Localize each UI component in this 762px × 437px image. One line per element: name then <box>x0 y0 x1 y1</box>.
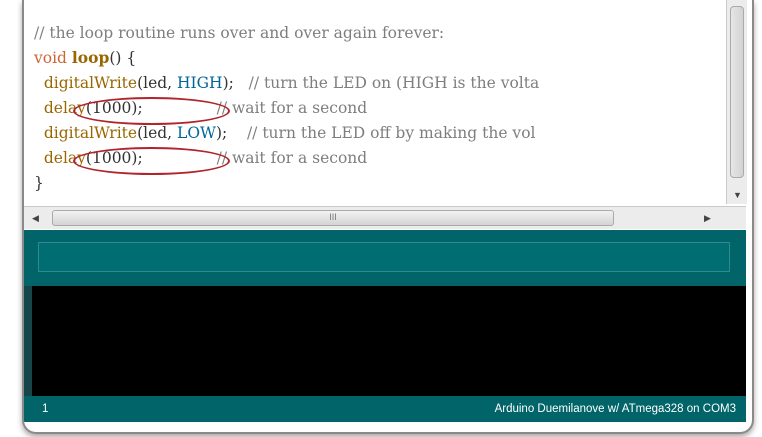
console-output[interactable] <box>32 286 746 396</box>
horizontal-scrollbar[interactable]: ◀ III ▶ <box>24 206 746 229</box>
line-number: 1 <box>42 403 49 415</box>
horizontal-scroll-thumb[interactable]: III <box>52 210 614 226</box>
code-token: (led, <box>137 74 178 92</box>
code-token: // turn the LED off by making the vol <box>246 124 536 142</box>
code-token: LOW <box>177 124 216 142</box>
scroll-down-arrow-icon[interactable]: ▼ <box>733 190 742 200</box>
annotation-circle-2 <box>73 147 230 175</box>
code-token: // the loop routine runs over and over a… <box>34 24 445 42</box>
code-token: digitalWrite <box>43 74 138 92</box>
arduino-ide-window: // the loop routine runs over and over a… <box>22 0 754 434</box>
code-line: digitalWrite(led, LOW); // turn the LED … <box>34 123 536 143</box>
message-area <box>24 230 746 286</box>
code-line: // the loop routine runs over and over a… <box>34 23 444 43</box>
code-token: HIGH <box>177 74 223 92</box>
annotation-circle-1 <box>73 97 230 125</box>
code-token: () { <box>109 49 137 67</box>
code-line: digitalWrite(led, HIGH); // turn the LED… <box>34 73 539 93</box>
status-bar: 1 Arduino Duemilanove w/ ATmega328 on CO… <box>24 396 746 422</box>
board-info: Arduino Duemilanove w/ ATmega328 on COM3 <box>494 403 736 415</box>
code-token: loop <box>71 48 110 67</box>
code-token: // turn the LED on (HIGH is the volta <box>248 74 540 92</box>
scroll-grip: III <box>329 212 337 222</box>
code-token: ); <box>215 124 247 142</box>
code-token: ); <box>222 74 249 92</box>
scroll-right-arrow-icon[interactable]: ▶ <box>704 213 711 223</box>
code-token: } <box>34 174 44 192</box>
code-token: void <box>34 49 72 67</box>
console-edge <box>24 286 32 396</box>
message-field <box>38 242 730 272</box>
vertical-scroll-thumb[interactable] <box>730 6 744 178</box>
code-line: } <box>34 173 44 193</box>
code-token: digitalWrite <box>43 124 138 142</box>
vertical-scrollbar[interactable]: ▼ <box>726 0 747 204</box>
code-token: (led, <box>137 124 178 142</box>
code-line: void loop() { <box>34 48 136 68</box>
scroll-left-arrow-icon[interactable]: ◀ <box>32 213 39 223</box>
